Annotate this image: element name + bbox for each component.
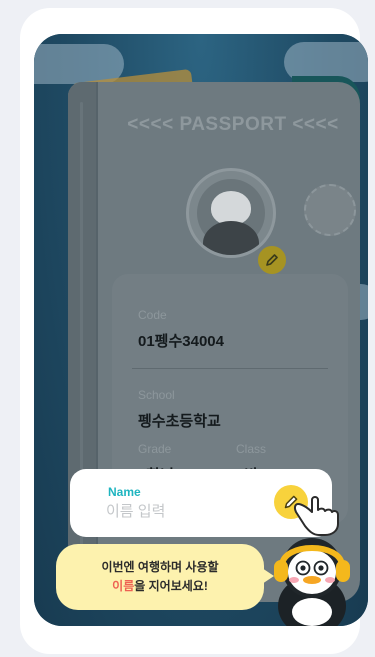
avatar-edit-button[interactable] [256, 244, 288, 276]
speech-line-1: 이번엔 여행하며 사용할 [101, 560, 219, 574]
stamp-decoration [304, 184, 356, 236]
grade-label: Grade [138, 442, 172, 456]
passport-title: <<<< PASSPORT <<<< [127, 114, 339, 135]
name-input[interactable] [106, 503, 266, 520]
penguin-mascot-icon [274, 538, 350, 626]
speech-highlight: 이름 [112, 579, 135, 593]
speech-line-2: 을 지어보세요! [134, 579, 208, 593]
code-label: Code [138, 308, 167, 322]
school-label: School [138, 388, 175, 402]
avatar-body [203, 221, 259, 255]
avatar-head [211, 191, 251, 225]
code-value: 01펭수34004 [138, 333, 224, 350]
avatar[interactable] [186, 168, 276, 258]
class-label: Class [236, 442, 267, 456]
divider [132, 368, 328, 369]
name-label: Name [108, 485, 141, 499]
pencil-icon [266, 254, 278, 266]
speech-bubble: 이번엔 여행하며 사용할 이름을 지어보세요! [56, 544, 274, 610]
speech-text: 이번엔 여행하며 사용할 이름을 지어보세요! [56, 558, 264, 596]
school-value: 펭수초등학교 [138, 413, 221, 430]
